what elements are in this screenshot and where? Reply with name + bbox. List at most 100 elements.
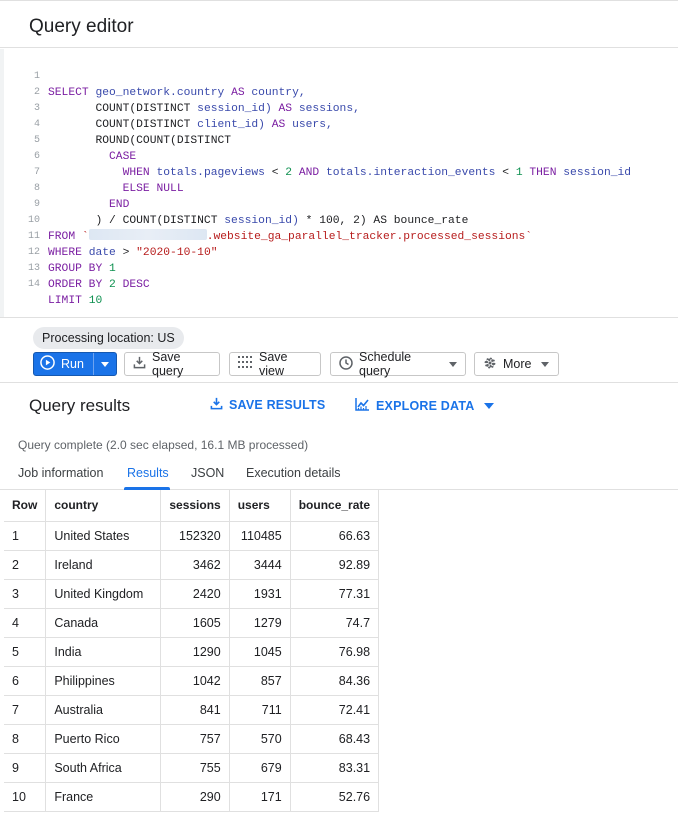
country-cell: India (45, 637, 162, 667)
code-line: 8 END (4, 165, 678, 211)
bounce-rate-cell: 74.7 (290, 608, 380, 638)
query-status: Query complete (2.0 sec elapsed, 16.1 MB… (18, 438, 309, 452)
table-row: 6 Philippines 1042 857 84.36 (4, 666, 380, 696)
run-dropdown-button[interactable] (94, 353, 116, 375)
country-cell: Australia (45, 695, 162, 725)
table-header-row: Row country sessions users bounce_rate (4, 490, 380, 522)
code-line: 13 ORDER BY 2 DESC (4, 245, 678, 291)
column-header-country[interactable]: country (45, 490, 162, 522)
code-line: 1 SELECT geo_network.country AS country, (4, 53, 678, 99)
code-token: DESC (122, 279, 150, 291)
tab-job-information[interactable]: Job information (18, 466, 103, 480)
more-label: More (503, 357, 532, 371)
country-cell: Philippines (45, 666, 162, 696)
code-line: 4 ROUND(COUNT(DISTINCT (4, 101, 678, 147)
table-row: 3 United Kingdom 2420 1931 77.31 (4, 579, 380, 609)
save-view-label: Save view (259, 350, 288, 378)
schedule-query-button[interactable]: Schedule query (330, 350, 466, 378)
sessions-cell: 2420 (160, 579, 230, 609)
table-row: 9 South Africa 755 679 83.31 (4, 753, 380, 783)
run-main-button[interactable]: Run (34, 353, 94, 375)
country-cell: Ireland (45, 550, 162, 580)
code-line: 14 LIMIT 10 (4, 261, 678, 307)
row-number-cell: 5 (4, 637, 47, 667)
sessions-cell: 152320 (160, 521, 230, 551)
tab-results[interactable]: Results (127, 466, 169, 480)
bounce-rate-cell: 84.36 (290, 666, 380, 696)
bounce-rate-cell: 83.31 (290, 753, 380, 783)
row-number-cell: 2 (4, 550, 47, 580)
row-number-cell: 8 (4, 724, 47, 754)
country-cell: United Kingdom (45, 579, 162, 609)
play-circle-icon (40, 355, 55, 373)
code-line: 6 WHEN totals.pageviews < 2 AND totals.i… (4, 133, 678, 179)
run-button[interactable]: Run (33, 352, 117, 376)
row-number-cell: 3 (4, 579, 47, 609)
save-results-button[interactable]: SAVE RESULTS (210, 397, 325, 413)
bounce-rate-cell: 66.63 (290, 521, 380, 551)
schedule-query-label: Schedule query (359, 350, 412, 378)
query-results-title: Query results (29, 396, 131, 415)
sessions-cell: 755 (160, 753, 230, 783)
bounce-rate-cell: 77.31 (290, 579, 380, 609)
sessions-cell: 1042 (160, 666, 230, 696)
bounce-rate-cell: 76.98 (290, 637, 380, 667)
code-token: 10 (88, 295, 103, 307)
bounce-rate-cell: 92.89 (290, 550, 380, 580)
row-number-cell: 4 (4, 608, 47, 638)
row-number-cell: 10 (4, 782, 47, 812)
code-line: 3 COUNT(DISTINCT client_id) AS users, (4, 85, 678, 131)
results-table: Row country sessions users bounce_rate 1… (4, 490, 380, 812)
users-cell: 171 (229, 782, 291, 812)
table-row: 2 Ireland 3462 3444 92.89 (4, 550, 380, 580)
tab-execution-details[interactable]: Execution details (246, 466, 341, 480)
sessions-cell: 841 (160, 695, 230, 725)
sessions-cell: 1605 (160, 608, 230, 638)
code-line: 12 GROUP BY 1 (4, 229, 678, 275)
column-header-bounce-rate[interactable]: bounce_rate (290, 490, 380, 522)
save-results-label: SAVE RESULTS (229, 398, 326, 412)
more-button[interactable]: More (474, 352, 559, 376)
processing-location-chip[interactable]: Processing location: US (33, 327, 184, 349)
gear-icon (483, 356, 497, 373)
sql-editor[interactable]: 1 SELECT geo_network.country AS country,… (0, 49, 678, 317)
table-row: 5 India 1290 1045 76.98 (4, 637, 380, 667)
country-cell: France (45, 782, 162, 812)
query-editor-title: Query editor (29, 16, 134, 37)
explore-data-button[interactable]: EXPLORE DATA (355, 397, 495, 414)
column-header-sessions[interactable]: sessions (160, 490, 230, 522)
dropdown-caret-icon (101, 361, 109, 367)
country-cell: United States (45, 521, 162, 551)
table-row: 1 United States 152320 110485 66.63 (4, 521, 380, 551)
grid-view-icon (238, 356, 253, 372)
code-line: 5 CASE (4, 117, 678, 163)
dropdown-caret-icon[interactable] (484, 402, 495, 409)
code-line: 9 ) / COUNT(DISTINCT session_id) * 100, … (4, 181, 678, 227)
table-row: 8 Puerto Rico 757 570 68.43 (4, 724, 380, 754)
code-line: 2 COUNT(DISTINCT session_id) AS sessions… (4, 69, 678, 115)
download-icon (210, 397, 223, 413)
users-cell: 711 (229, 695, 291, 725)
users-cell: 1045 (229, 637, 291, 667)
table-row: 10 France 290 171 52.76 (4, 782, 380, 812)
tab-json[interactable]: JSON (191, 466, 224, 480)
save-view-button[interactable]: Save view (229, 350, 321, 378)
bounce-rate-cell: 52.76 (290, 782, 380, 812)
users-cell: 1931 (229, 579, 291, 609)
dropdown-caret-icon (449, 361, 457, 367)
save-query-button[interactable]: Save query (124, 350, 220, 378)
column-header-users[interactable]: users (229, 490, 291, 522)
row-number-cell: 7 (4, 695, 47, 725)
clock-icon (339, 355, 353, 373)
bounce-rate-cell: 68.43 (290, 724, 380, 754)
country-cell: South Africa (45, 753, 162, 783)
users-cell: 110485 (229, 521, 291, 551)
code-line: 7 ELSE NULL (4, 149, 678, 195)
row-number-cell: 6 (4, 666, 47, 696)
query-toolbar: Processing location: US Run Save query S… (0, 317, 678, 383)
code-token: LIMIT (48, 295, 82, 307)
row-number-cell: 1 (4, 521, 47, 551)
sessions-cell: 290 (160, 782, 230, 812)
column-header-row[interactable]: Row (4, 490, 47, 522)
row-number-cell: 9 (4, 753, 47, 783)
